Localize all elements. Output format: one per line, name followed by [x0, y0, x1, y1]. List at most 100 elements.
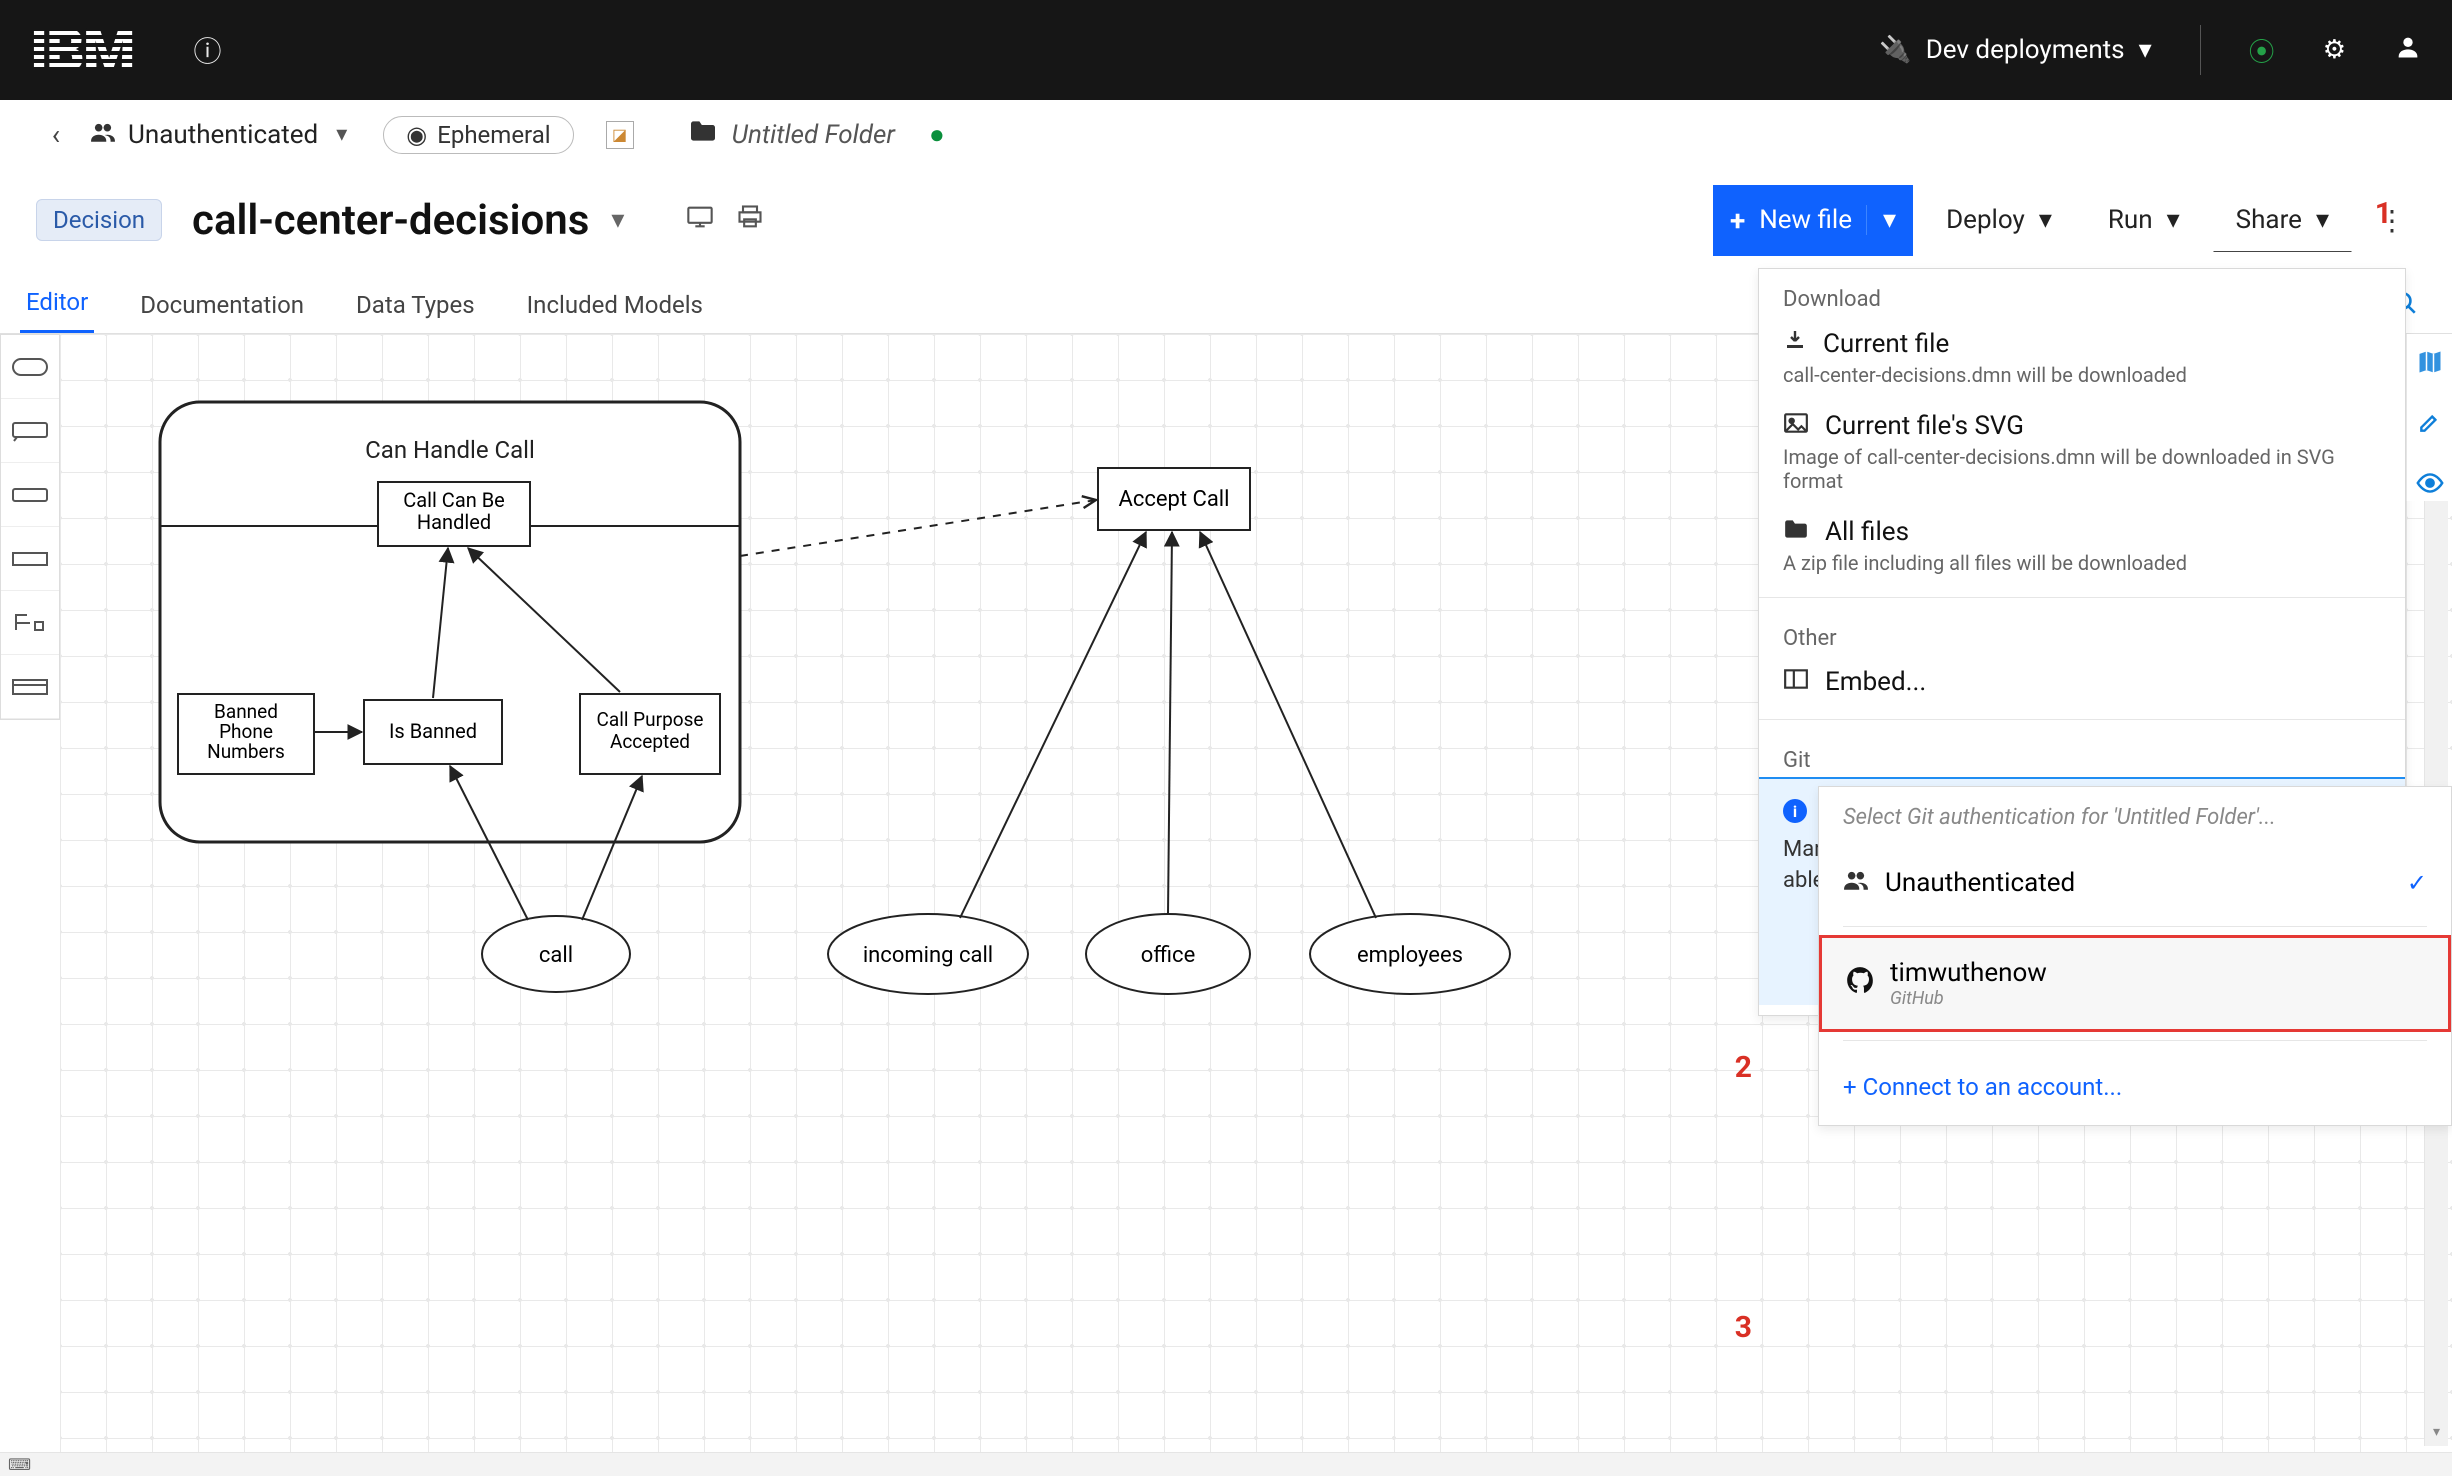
eye-icon[interactable]	[2415, 468, 2445, 501]
download-icon	[1783, 328, 1807, 359]
share-current-svg-title: Current file's SVG	[1825, 411, 2024, 441]
annotation-2: 2	[1735, 1050, 1752, 1085]
new-file-button[interactable]: + New file ▾	[1713, 185, 1913, 256]
auth-state-chip[interactable]: Unauthenticated ▾	[90, 120, 347, 150]
new-file-split-icon[interactable]: ▾	[1866, 205, 1896, 235]
folder-name[interactable]: Untitled Folder	[732, 120, 895, 150]
folder-icon	[1783, 517, 1809, 547]
settings-icon[interactable]: ⚙	[2323, 35, 2346, 65]
edit-icon[interactable]	[2417, 409, 2443, 442]
tab-editor[interactable]: Editor	[20, 288, 94, 333]
users-icon	[90, 120, 116, 150]
users-icon	[1843, 868, 1869, 898]
share-current-file-sub: call-center-decisions.dmn will be downlo…	[1783, 363, 2381, 387]
share-current-svg[interactable]: Current file's SVG Image of call-center-…	[1759, 399, 2405, 505]
document-title[interactable]: call-center-decisions	[192, 196, 589, 245]
git-section-label: Git	[1759, 730, 2405, 777]
auth-option-unauthenticated[interactable]: Unauthenticated ✓	[1819, 848, 2451, 918]
palette-annotation-node[interactable]	[1, 399, 59, 463]
map-icon[interactable]	[2416, 348, 2444, 383]
broadcast-icon[interactable]: ⦿	[2249, 32, 2275, 69]
back-button[interactable]: ‹	[36, 118, 76, 151]
ibm-logo: IBM	[30, 15, 133, 86]
tab-data-types[interactable]: Data Types	[350, 291, 481, 333]
share-embed-label: Embed...	[1825, 667, 1926, 697]
share-current-file-title: Current file	[1823, 329, 1949, 359]
auth-option-github-provider: GitHub	[1890, 988, 2047, 1009]
chevron-down-icon: ▾	[2139, 35, 2152, 65]
download-section-label: Download	[1759, 269, 2405, 316]
palette-group-node[interactable]	[1, 655, 59, 719]
palette-bkm-node[interactable]	[1, 527, 59, 591]
plug-icon: 🔌	[1879, 35, 1911, 65]
breadcrumb-bar: ‹ Unauthenticated ▾ ◉ Ephemeral ◪ Untitl…	[0, 100, 2452, 170]
run-button[interactable]: Run ▾	[2085, 188, 2203, 252]
other-section-label: Other	[1759, 608, 2405, 655]
tab-documentation[interactable]: Documentation	[134, 291, 310, 333]
chevron-down-icon: ▾	[2167, 205, 2180, 235]
keyboard-icon[interactable]: ⌨	[8, 1455, 31, 1474]
right-gutter	[2406, 334, 2452, 501]
auth-connect-label: Connect to an account...	[1863, 1073, 2123, 1101]
new-file-label: New file	[1759, 205, 1852, 235]
share-label: Share	[2236, 205, 2302, 235]
github-icon	[1846, 966, 1874, 1001]
check-icon: ✓	[2407, 869, 2427, 897]
share-all-files[interactable]: All files A zip file including all files…	[1759, 505, 2405, 587]
info-icon: i	[1783, 799, 1807, 823]
print-icon[interactable]	[736, 205, 764, 236]
clock-icon: ◉	[406, 121, 427, 149]
svg-text:employees: employees	[1357, 943, 1463, 968]
svg-text:Call Purpose: Call Purpose	[597, 708, 704, 731]
chevron-down-icon: ▾	[336, 122, 347, 147]
share-all-files-sub: A zip file including all files will be d…	[1783, 551, 2381, 575]
auth-connect-link[interactable]: + Connect to an account...	[1819, 1049, 2451, 1125]
share-embed[interactable]: Embed...	[1759, 655, 2405, 709]
artifact-type-tag: Decision	[36, 199, 162, 241]
annotation-3: 3	[1735, 1310, 1752, 1345]
chevron-down-icon: ▾	[2039, 205, 2052, 235]
svg-text:Is Banned: Is Banned	[389, 719, 477, 743]
image-icon	[1783, 411, 1809, 441]
auth-option-github-user: timwuthenow	[1890, 958, 2047, 988]
info-icon[interactable]: ⓘ	[193, 30, 221, 70]
ephemeral-label: Ephemeral	[437, 121, 550, 149]
deploy-button[interactable]: Deploy ▾	[1923, 188, 2075, 252]
title-dropdown-icon[interactable]: ▾	[611, 205, 624, 235]
dev-deployments-dropdown[interactable]: 🔌 Dev deployments ▾	[1879, 35, 2151, 65]
svg-text:Handled: Handled	[417, 510, 491, 534]
share-current-svg-sub: Image of call-center-decisions.dmn will …	[1783, 445, 2381, 493]
plus-icon: +	[1843, 1073, 1857, 1101]
svg-text:Call Can Be: Call Can Be	[403, 488, 505, 512]
svg-text:Numbers: Numbers	[207, 740, 285, 763]
sync-ok-icon: ●	[929, 119, 945, 150]
svg-text:Accept Call: Accept Call	[1118, 487, 1229, 512]
palette-decision-node[interactable]	[1, 335, 59, 399]
annotation-1: 1	[2375, 196, 2392, 231]
auth-state-text: Unauthenticated	[128, 120, 318, 150]
palette-input-node[interactable]	[1, 463, 59, 527]
palette-text-node[interactable]	[1, 591, 59, 655]
auth-option-github[interactable]: timwuthenow GitHub	[1819, 935, 2451, 1032]
dev-deployments-label: Dev deployments	[1926, 35, 2125, 65]
workspace-icon[interactable]: ◪	[606, 121, 634, 149]
status-bar: ⌨	[0, 1452, 2452, 1476]
share-all-files-title: All files	[1825, 517, 1909, 547]
scroll-down-icon[interactable]: ▾	[2425, 1424, 2448, 1446]
deploy-label: Deploy	[1946, 205, 2025, 235]
share-button[interactable]: Share ▾	[2213, 188, 2352, 252]
chevron-down-icon: ▾	[2316, 205, 2329, 235]
ephemeral-pill[interactable]: ◉ Ephemeral	[383, 116, 573, 154]
svg-text:Accepted: Accepted	[610, 730, 690, 753]
svg-text:incoming call: incoming call	[863, 943, 993, 968]
columns-icon	[1783, 667, 1809, 697]
desktop-icon[interactable]	[686, 205, 714, 236]
svg-text:call: call	[539, 943, 573, 968]
plus-icon: +	[1730, 204, 1745, 237]
share-current-file[interactable]: Current file call-center-decisions.dmn w…	[1759, 316, 2405, 399]
tab-included-models[interactable]: Included Models	[521, 291, 709, 333]
shape-palette	[0, 334, 60, 720]
run-label: Run	[2108, 205, 2153, 235]
svg-text:office: office	[1141, 943, 1196, 968]
user-icon[interactable]	[2394, 33, 2422, 68]
